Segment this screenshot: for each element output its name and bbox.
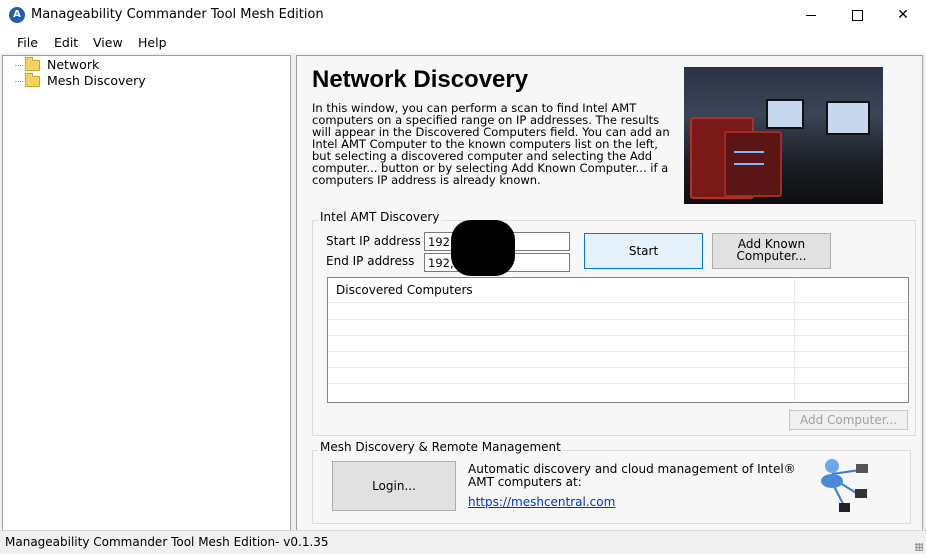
minimize-icon [806, 15, 816, 16]
tree-item-label: Network [47, 57, 100, 72]
resize-grip-icon[interactable] [915, 543, 923, 551]
photo-light [734, 163, 764, 165]
menu-file[interactable]: File [17, 35, 38, 50]
end-ip-label: End IP address [326, 254, 415, 268]
page-description: In this window, you can perform a scan t… [312, 101, 670, 187]
list-row[interactable] [328, 351, 908, 352]
tree-connector [15, 81, 23, 82]
page-title: Network Discovery [312, 66, 529, 93]
list-row[interactable] [328, 319, 908, 320]
add-computer-button[interactable]: Add Computer... [789, 410, 908, 430]
list-row[interactable] [328, 367, 908, 368]
window-title: Manageability Commander Tool Mesh Editio… [31, 7, 324, 22]
close-button[interactable]: ✕ [880, 0, 926, 31]
minimize-button[interactable] [788, 0, 834, 31]
mesh-description-line2: AMT computers at: [468, 475, 582, 489]
login-button[interactable]: Login... [332, 461, 456, 511]
maximize-button[interactable] [834, 0, 880, 31]
folder-icon [25, 73, 40, 87]
status-bar: Manageability Commander Tool Mesh Editio… [0, 530, 926, 554]
menu-edit[interactable]: Edit [54, 35, 78, 50]
folder-icon [25, 57, 40, 71]
photo-monitor [826, 101, 870, 135]
start-ip-label: Start IP address [326, 234, 421, 248]
title-bar: A Manageability Commander Tool Mesh Edit… [0, 0, 926, 31]
menu-view[interactable]: View [93, 35, 123, 50]
menu-help[interactable]: Help [138, 35, 167, 50]
discovered-computers-list[interactable]: Discovered Computers [327, 277, 909, 403]
status-text: Manageability Commander Tool Mesh Editio… [5, 535, 329, 549]
app-icon: A [9, 7, 25, 23]
maximize-icon [852, 10, 863, 21]
start-button[interactable]: Start [584, 233, 703, 269]
redaction-mark [451, 220, 515, 276]
list-row[interactable] [328, 302, 908, 303]
main-pane: Network Discovery In this window, you ca… [296, 55, 923, 531]
meshcentral-link[interactable]: https://meshcentral.com [468, 495, 615, 509]
photo-light [734, 151, 764, 153]
menu-bar: File Edit View Help [0, 31, 926, 53]
mesh-group-label: Mesh Discovery & Remote Management [318, 440, 563, 454]
photo-monitor [766, 99, 804, 129]
hero-photo [684, 67, 883, 204]
add-known-computer-button[interactable]: Add Known Computer... [712, 233, 831, 269]
tree-pane[interactable]: Network Mesh Discovery [2, 55, 291, 531]
tree-connector [15, 65, 23, 66]
network-users-icon [814, 456, 878, 518]
list-header: Discovered Computers [336, 283, 473, 297]
tree-item-label: Mesh Discovery [47, 73, 146, 88]
list-row[interactable] [328, 335, 908, 336]
list-row[interactable] [328, 383, 908, 384]
amt-group-label: Intel AMT Discovery [318, 210, 442, 224]
